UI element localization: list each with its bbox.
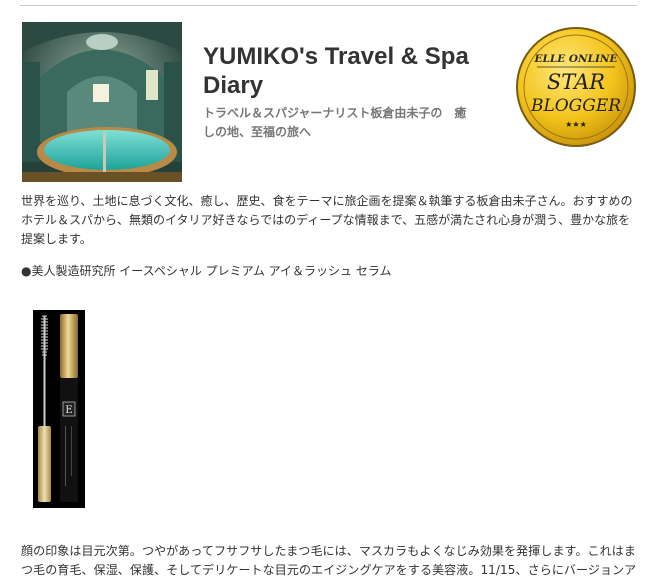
blog-subtitle: トラベル＆スパジャーナリスト板倉由未子の 癒しの地、至福の旅へ <box>203 106 467 139</box>
badge-line1: ELLE ONLINE <box>533 53 618 65</box>
eyelash-serum-photo: E <box>33 310 85 508</box>
spa-pool-photo <box>22 22 182 182</box>
blog-title[interactable]: YUMIKO's Travel & Spa Diary <box>203 42 503 100</box>
badge-line2: STAR <box>547 70 605 94</box>
product-heading: ●美人製造研究所 イースペシャル プレミアム アイ＆ラッシュ セラム <box>21 264 392 278</box>
post-body: 顔の印象は目元次第。つやがあってフサフサしたまつ毛には、マスカラもよくなじみ効果… <box>21 544 637 577</box>
product-logo: E <box>65 405 72 416</box>
badge-line3: BLOGGER <box>530 96 621 116</box>
star-blogger-badge: ELLE ONLINE STAR BLOGGER ★★★ <box>516 27 636 147</box>
blog-intro: 世界を巡り、土地に息づく文化、癒し、歴史、食をテーマに旅企画を提案＆執筆する板倉… <box>21 194 633 246</box>
badge-stars: ★★★ <box>565 120 587 129</box>
header-divider <box>20 5 637 6</box>
